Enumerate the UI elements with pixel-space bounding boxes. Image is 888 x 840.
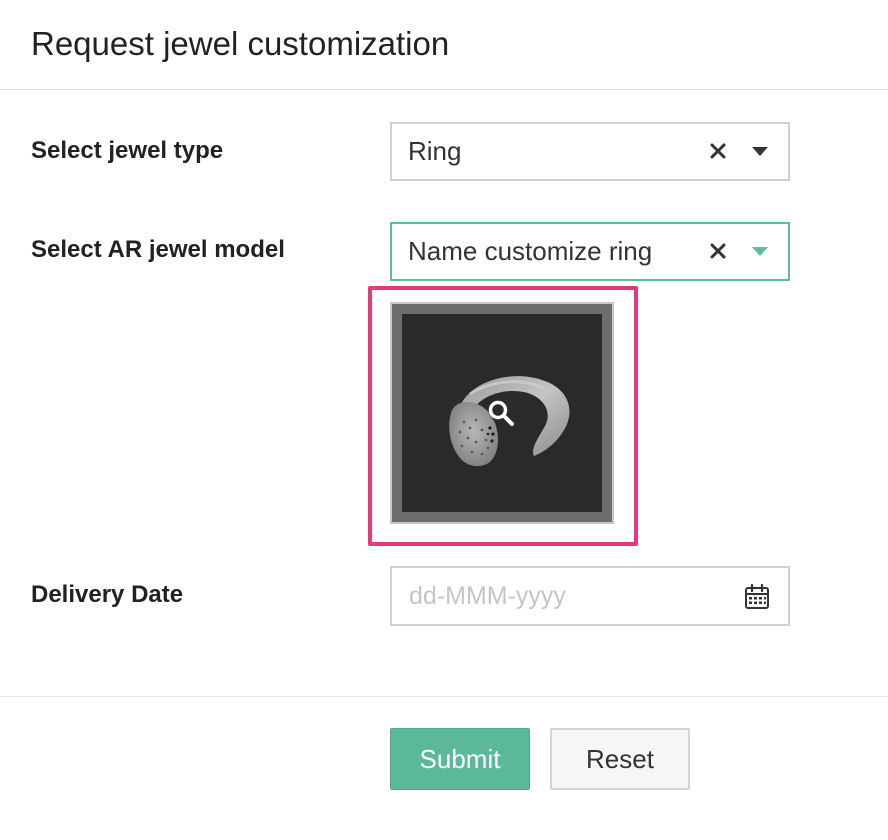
reset-button[interactable]: Reset — [550, 728, 690, 790]
jewel-type-select[interactable]: Ring — [390, 122, 790, 181]
clear-icon[interactable] — [706, 139, 730, 163]
dialog-header: Request jewel customization — [0, 0, 888, 90]
clear-icon[interactable] — [706, 239, 730, 263]
ar-model-value: Name customize ring — [408, 236, 653, 266]
ar-model-label: Select AR jewel model — [31, 236, 285, 263]
chevron-down-icon[interactable] — [752, 147, 768, 156]
delivery-date-label: Delivery Date — [31, 581, 184, 608]
calendar-icon[interactable] — [744, 584, 770, 610]
chevron-down-icon[interactable] — [752, 247, 768, 256]
ar-model-preview[interactable] — [390, 302, 614, 524]
submit-button[interactable]: Submit — [390, 728, 530, 790]
ring-model-image — [449, 376, 570, 467]
preview-canvas — [402, 314, 602, 512]
ar-model-select[interactable]: Name customize ring — [390, 222, 790, 281]
delivery-date-input[interactable] — [392, 568, 722, 624]
page-title: Request jewel customization — [31, 25, 450, 62]
jewel-type-value: Ring — [408, 136, 462, 166]
jewel-type-label: Select jewel type — [31, 137, 224, 164]
delivery-date-field[interactable] — [390, 566, 790, 626]
